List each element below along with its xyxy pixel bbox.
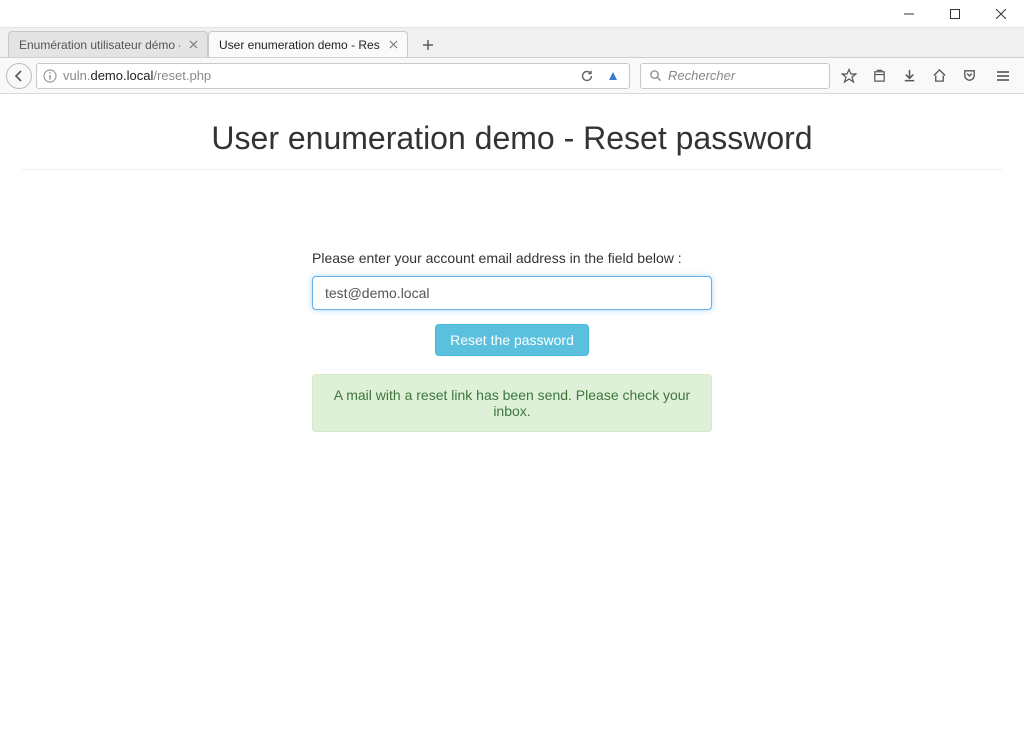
page-viewport: User enumeration demo - Reset password P… xyxy=(0,94,1024,749)
maximize-button[interactable] xyxy=(932,0,978,27)
page-action-icon[interactable] xyxy=(603,62,623,90)
reset-password-button[interactable]: Reset the password xyxy=(435,324,589,356)
search-placeholder: Rechercher xyxy=(668,68,735,83)
home-icon[interactable] xyxy=(924,62,954,90)
library-icon[interactable] xyxy=(864,62,894,90)
tab-strip: Enumération utilisateur démo - I User en… xyxy=(0,28,1024,58)
back-button[interactable] xyxy=(6,63,32,89)
bookmark-star-icon[interactable] xyxy=(834,62,864,90)
tab-inactive[interactable]: Enumération utilisateur démo - I xyxy=(8,31,208,57)
tab-active[interactable]: User enumeration demo - Reset xyxy=(208,31,408,57)
window-titlebar xyxy=(0,0,1024,28)
url-prefix: vuln. xyxy=(63,68,90,83)
divider xyxy=(22,169,1002,170)
site-info-icon[interactable] xyxy=(43,69,57,83)
menu-button[interactable] xyxy=(988,62,1018,90)
close-tab-icon[interactable] xyxy=(386,37,401,53)
close-tab-icon[interactable] xyxy=(186,37,201,53)
url-path: /reset.php xyxy=(153,68,211,83)
new-tab-button[interactable] xyxy=(416,33,440,57)
tab-title: User enumeration demo - Reset xyxy=(219,38,380,52)
reset-form: Please enter your account email address … xyxy=(312,250,712,432)
minimize-button[interactable] xyxy=(886,0,932,27)
reload-button[interactable] xyxy=(577,62,597,90)
url-text: vuln.demo.local/reset.php xyxy=(63,68,571,83)
close-window-button[interactable] xyxy=(978,0,1024,27)
search-icon xyxy=(649,69,662,82)
toolbar-right-icons xyxy=(834,62,1018,90)
url-host: demo.local xyxy=(90,68,153,83)
form-label: Please enter your account email address … xyxy=(312,250,712,266)
success-alert: A mail with a reset link has been send. … xyxy=(312,374,712,432)
page-title: User enumeration demo - Reset password xyxy=(4,120,1020,157)
tab-title: Enumération utilisateur démo - I xyxy=(19,38,180,52)
url-bar[interactable]: vuln.demo.local/reset.php xyxy=(36,63,630,89)
downloads-icon[interactable] xyxy=(894,62,924,90)
search-box[interactable]: Rechercher xyxy=(640,63,830,89)
email-field[interactable] xyxy=(312,276,712,310)
pocket-icon[interactable] xyxy=(954,62,984,90)
browser-toolbar: vuln.demo.local/reset.php Rechercher xyxy=(0,58,1024,94)
